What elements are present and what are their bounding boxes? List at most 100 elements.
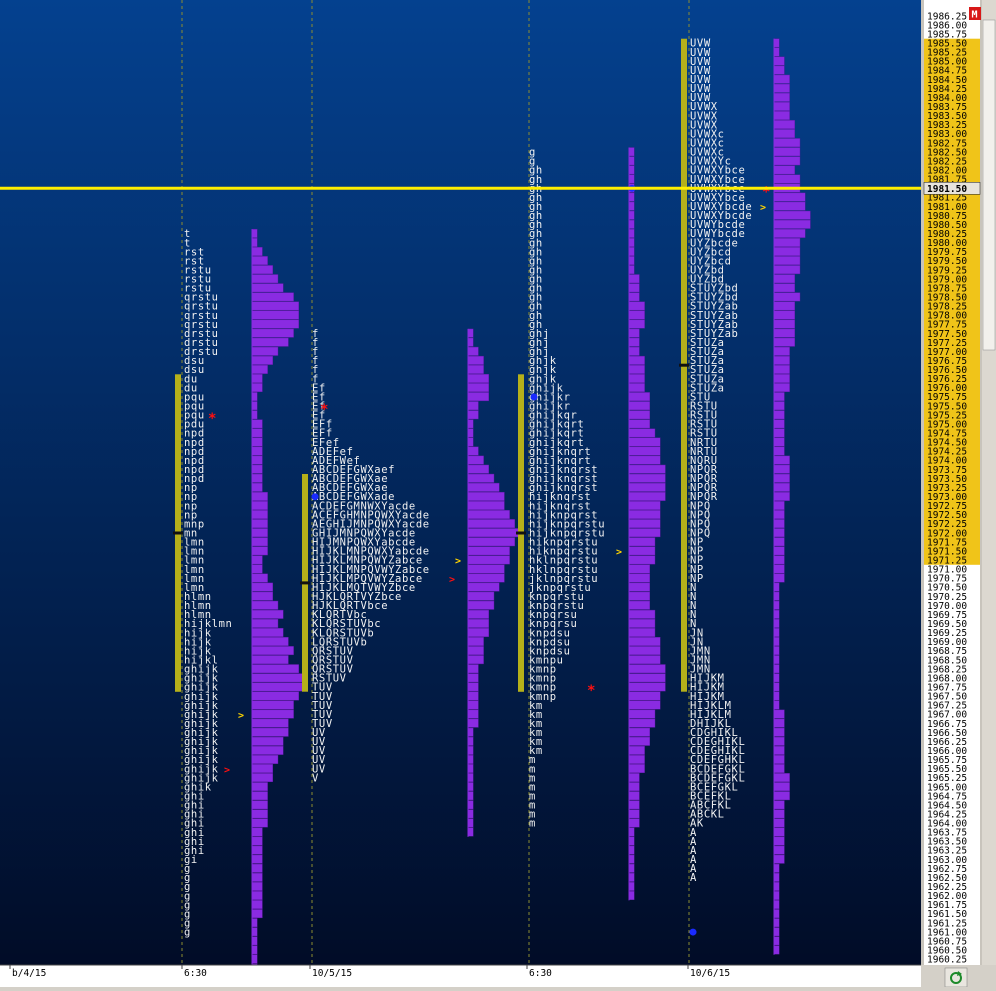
histogram-bar <box>251 337 289 347</box>
histogram-bar <box>467 555 510 565</box>
value-area-midpoint <box>300 581 310 585</box>
market-profile-chart[interactable]: t t rst rst rstu rstu rstu qrstu qrstu qrstu qrstu… <box>0 0 996 991</box>
open-marker <box>689 928 697 936</box>
histogram-bar <box>773 791 790 801</box>
histogram-bar <box>467 655 484 665</box>
histogram-bar <box>773 863 780 873</box>
value-area-midpoint <box>173 531 183 535</box>
histogram-bar <box>467 755 474 764</box>
histogram-bar <box>773 446 785 456</box>
histogram-bar <box>628 646 661 656</box>
histogram-bar <box>773 936 780 946</box>
histogram-bar <box>467 546 510 556</box>
price-axis[interactable]: 1986.251986.001985.751985.501985.251985.… <box>921 0 996 966</box>
histogram-bar <box>773 265 801 275</box>
histogram-bar <box>251 328 294 338</box>
histogram-bar <box>251 818 268 828</box>
histogram-bar <box>628 872 635 882</box>
histogram-bar <box>628 401 650 411</box>
price-tick-label: 1960.25 <box>927 955 967 966</box>
histogram-bar <box>251 591 273 601</box>
histogram-bar <box>628 283 640 293</box>
histogram-bar <box>773 101 790 111</box>
histogram-bar <box>773 47 780 57</box>
histogram-bar <box>467 328 474 338</box>
histogram-bar <box>628 482 666 492</box>
histogram-bar <box>773 900 780 910</box>
histogram-bar <box>467 537 515 547</box>
histogram-bar <box>773 473 790 483</box>
histogram-bar <box>773 836 785 846</box>
histogram-bar <box>773 410 785 420</box>
histogram-bar <box>467 591 495 601</box>
histogram-bar <box>773 519 785 529</box>
histogram-bar <box>628 891 635 900</box>
histogram-bar <box>773 129 795 139</box>
profile-row-letters: A <box>690 872 697 884</box>
histogram-bar <box>251 491 268 501</box>
histogram-bar <box>773 501 785 510</box>
histogram-bar <box>467 764 474 773</box>
histogram-bar <box>251 664 299 674</box>
histogram-bar <box>628 446 661 456</box>
histogram-bar <box>773 65 785 75</box>
histogram-bar <box>467 501 505 510</box>
histogram-bar <box>773 174 801 184</box>
histogram-bar <box>467 791 474 801</box>
histogram-bar <box>467 800 474 810</box>
histogram-bar <box>467 410 479 420</box>
histogram-bar <box>628 854 635 864</box>
histogram-bar <box>628 582 650 592</box>
histogram-bar <box>251 637 289 646</box>
histogram-bar <box>467 482 500 492</box>
histogram-bar <box>251 727 289 737</box>
histogram-bar <box>467 337 474 347</box>
histogram-bar <box>773 138 801 148</box>
histogram-bar <box>251 392 258 402</box>
histogram-bar <box>251 764 273 773</box>
histogram-bar <box>628 437 661 447</box>
axis-scrollbar-thumb[interactable] <box>982 19 996 351</box>
histogram-bar <box>628 745 645 755</box>
histogram-bar <box>628 718 656 728</box>
refresh-button[interactable] <box>944 967 968 988</box>
histogram-bar <box>628 564 650 574</box>
histogram-bar <box>251 582 273 592</box>
histogram-bar <box>773 510 785 519</box>
histogram-bar <box>773 854 785 864</box>
histogram-bar <box>628 628 656 637</box>
histogram-bar <box>773 92 790 102</box>
histogram-bar <box>251 918 258 928</box>
histogram-bar <box>773 464 790 474</box>
histogram-bar <box>628 709 656 719</box>
histogram-bar <box>773 609 780 619</box>
histogram-bar <box>773 301 795 311</box>
histogram-bar <box>773 120 795 129</box>
histogram-bar <box>773 337 795 347</box>
extension-marker: > <box>238 710 244 721</box>
histogram-bar <box>773 755 785 764</box>
histogram-bar <box>628 791 640 801</box>
histogram-bar <box>251 872 263 882</box>
histogram-bar <box>251 501 268 510</box>
histogram-bar <box>251 419 263 429</box>
histogram-bar <box>467 564 505 574</box>
open-marker <box>530 393 538 401</box>
time-tick-label: 10/6/15 <box>690 968 730 979</box>
histogram-bar <box>467 600 495 610</box>
histogram-bar <box>773 74 790 84</box>
histogram-bar <box>467 473 495 483</box>
histogram-bar <box>773 618 780 628</box>
histogram-bar <box>467 491 505 501</box>
histogram-bar <box>773 283 795 293</box>
histogram-bar <box>251 473 263 483</box>
histogram-bar <box>628 192 635 202</box>
histogram-bar <box>251 283 284 293</box>
histogram-bar <box>251 854 263 864</box>
histogram-bar <box>628 736 650 746</box>
histogram-bar <box>251 718 289 728</box>
histogram-bar <box>773 38 780 48</box>
histogram-bar <box>251 301 299 311</box>
histogram-bar <box>773 310 795 320</box>
histogram-bar <box>773 274 795 284</box>
